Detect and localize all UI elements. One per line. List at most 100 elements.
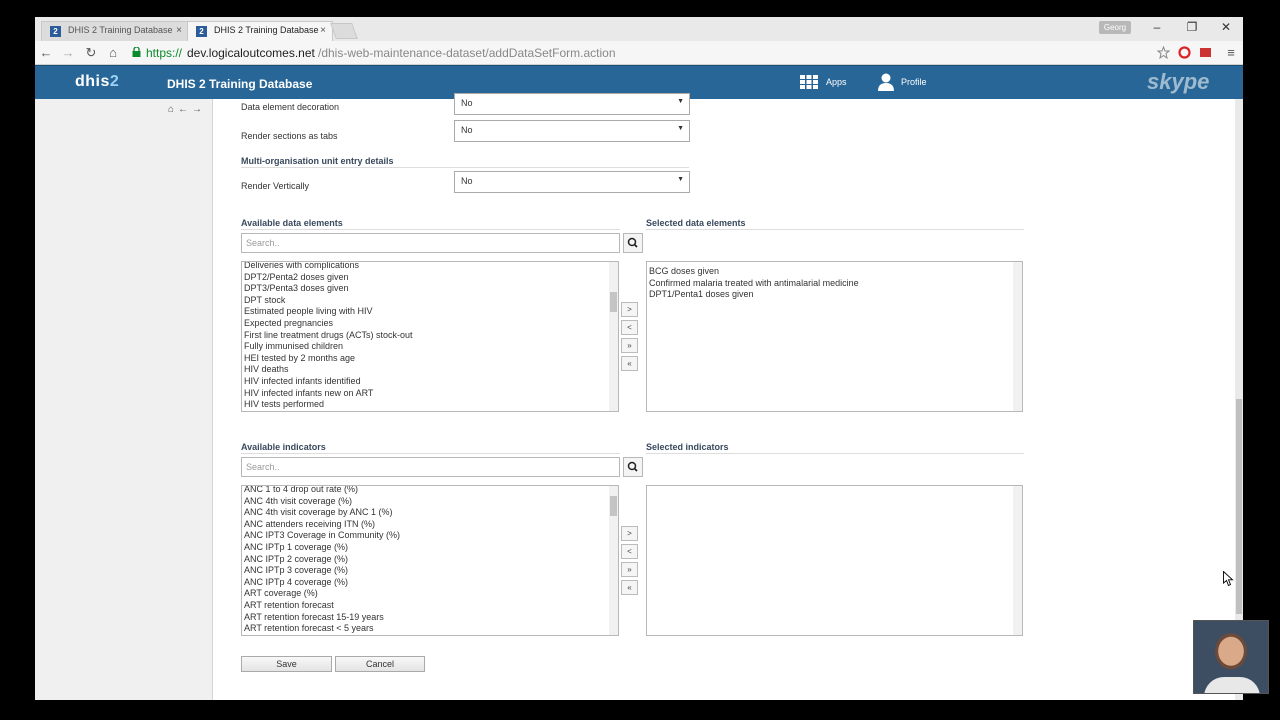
- list-item[interactable]: ANC IPTp 1 coverage (%): [242, 542, 618, 554]
- list-item[interactable]: ANC IPT3 Coverage in Community (%): [242, 530, 618, 542]
- list-item[interactable]: DPT3/Penta3 doses given: [242, 283, 618, 295]
- indicators-search-button[interactable]: [623, 457, 643, 477]
- back-nav-icon[interactable]: ←: [178, 104, 192, 115]
- decoration-select[interactable]: No ▼: [454, 93, 690, 115]
- page-scrollbar[interactable]: [1235, 99, 1243, 700]
- extension-icon[interactable]: [1199, 46, 1212, 59]
- list-item[interactable]: HIV tests performed: [242, 399, 618, 411]
- profile-chip[interactable]: Georg: [1099, 21, 1131, 34]
- restore-icon[interactable]: ❐: [1182, 20, 1202, 34]
- list-item[interactable]: ANC IPTp 2 coverage (%): [242, 554, 618, 566]
- sections-tabs-select[interactable]: No ▼: [454, 120, 690, 142]
- sections-tabs-label: Render sections as tabs: [241, 131, 338, 141]
- dhis2-logo[interactable]: dhis2: [75, 73, 119, 91]
- list-item[interactable]: ANC attenders receiving ITN (%): [242, 519, 618, 531]
- home-icon[interactable]: ⌂: [105, 45, 121, 60]
- list-item[interactable]: ANC IPTp 3 coverage (%): [242, 565, 618, 577]
- webcam-person: [1204, 677, 1260, 693]
- list-scrollbar[interactable]: [609, 262, 618, 411]
- bookmark-star-icon[interactable]: [1157, 46, 1170, 59]
- cancel-button[interactable]: Cancel: [335, 656, 425, 672]
- list-scrollbar[interactable]: [1013, 262, 1022, 411]
- profile-button[interactable]: Profile: [878, 73, 927, 93]
- move-selected-right-button[interactable]: >: [621, 302, 638, 317]
- list-item[interactable]: ANC 4th visit coverage (%): [242, 496, 618, 508]
- page-scrollbar-thumb[interactable]: [1236, 399, 1242, 614]
- list-item[interactable]: DPT1/Penta1 doses given: [647, 289, 1022, 301]
- tab-dhis2-active[interactable]: 2 DHIS 2 Training Database ×: [187, 21, 333, 41]
- skype-watermark: skype: [1147, 69, 1210, 94]
- dhis2-favicon-icon: 2: [50, 26, 61, 37]
- list-item[interactable]: HEI tested by 2 months age: [242, 353, 618, 365]
- search-icon: [627, 461, 638, 472]
- new-tab-button[interactable]: [330, 23, 358, 39]
- sections-tabs-value: No: [461, 125, 473, 135]
- list-item[interactable]: First line treatment drugs (ACTs) stock-…: [242, 330, 618, 342]
- list-item[interactable]: ART coverage (%): [242, 588, 618, 600]
- move-all-left-button[interactable]: «: [621, 356, 638, 371]
- data-elements-search-input[interactable]: Search..: [241, 233, 620, 253]
- tab-label: DHIS 2 Training Database: [68, 25, 173, 35]
- list-item[interactable]: BCG doses given: [647, 266, 1022, 278]
- reload-icon[interactable]: ↻: [83, 45, 99, 61]
- minimize-icon[interactable]: –: [1147, 20, 1167, 34]
- apps-grid-icon: [800, 75, 818, 89]
- close-tab-icon[interactable]: ×: [176, 25, 182, 36]
- selected-data-elements-list[interactable]: BCG doses given Confirmed malaria treated…: [646, 261, 1023, 412]
- list-item[interactable]: ART retention forecast 15-19 years: [242, 612, 618, 624]
- list-item[interactable]: Estimated people living with HIV: [242, 306, 618, 318]
- list-item[interactable]: ART retention forecast: [242, 600, 618, 612]
- forward-icon[interactable]: →: [60, 45, 76, 60]
- move-selected-right-button[interactable]: >: [621, 526, 638, 541]
- indicators-search-input[interactable]: Search..: [241, 457, 620, 477]
- webcam-overlay: [1193, 620, 1269, 694]
- divider: [646, 229, 1024, 230]
- data-elements-search-button[interactable]: [623, 233, 643, 253]
- scrollbar-thumb[interactable]: [610, 496, 617, 516]
- address-bar[interactable]: https:// dev.logicaloutcomes.net /dhis-w…: [132, 44, 1142, 62]
- list-item[interactable]: ANC 4th visit coverage by ANC 1 (%): [242, 507, 618, 519]
- app-title: DHIS 2 Training Database: [167, 77, 313, 91]
- scrollbar-thumb[interactable]: [610, 292, 617, 312]
- list-item[interactable]: Fully immunised children: [242, 341, 618, 353]
- browser-window: 2 DHIS 2 Training Database × 2 DHIS 2 Tr…: [35, 17, 1243, 700]
- menu-icon[interactable]: ≡: [1223, 45, 1239, 60]
- list-scrollbar[interactable]: [1013, 486, 1022, 635]
- close-window-icon[interactable]: ✕: [1216, 20, 1236, 34]
- list-scrollbar[interactable]: [609, 486, 618, 635]
- opera-extension-icon[interactable]: [1178, 46, 1191, 59]
- list-item[interactable]: DPT2/Penta2 doses given: [242, 272, 618, 284]
- list-item[interactable]: HIV deaths: [242, 364, 618, 376]
- move-selected-left-button[interactable]: <: [621, 320, 638, 335]
- list-item[interactable]: DPT stock: [242, 295, 618, 307]
- list-item[interactable]: Deliveries with complications: [242, 262, 618, 272]
- logo-number: 2: [109, 73, 120, 90]
- available-indicators-list[interactable]: ANC 1 to 4 drop out rate (%) ANC 4th visi…: [241, 485, 619, 636]
- list-item[interactable]: ART retention forecast < 5 years: [242, 623, 618, 635]
- save-button[interactable]: Save: [241, 656, 332, 672]
- dhis2-favicon-icon: 2: [196, 26, 207, 37]
- tab-dhis2-inactive[interactable]: 2 DHIS 2 Training Database ×: [41, 21, 189, 41]
- home-nav-icon[interactable]: ⌂: [168, 104, 178, 115]
- list-item[interactable]: ANC IPTp 4 coverage (%): [242, 577, 618, 589]
- list-item[interactable]: ANC 1 to 4 drop out rate (%): [242, 486, 618, 496]
- render-vertically-select[interactable]: No ▼: [454, 171, 690, 193]
- available-data-elements-list[interactable]: Deliveries with complications DPT2/Penta2…: [241, 261, 619, 412]
- list-item[interactable]: Confirmed malaria treated with antimalar…: [647, 278, 1022, 290]
- move-all-right-button[interactable]: »: [621, 562, 638, 577]
- move-all-right-button[interactable]: »: [621, 338, 638, 353]
- browser-toolbar: ← → ↻ ⌂ https:// dev.logicaloutcomes.net…: [35, 41, 1243, 65]
- back-icon[interactable]: ←: [38, 45, 54, 60]
- chevron-down-icon: ▼: [677, 98, 684, 105]
- list-item[interactable]: Expected pregnancies: [242, 318, 618, 330]
- list-item[interactable]: HIV infected infants identified: [242, 376, 618, 388]
- close-tab-icon[interactable]: ×: [320, 25, 326, 36]
- list-item[interactable]: HIV infected infants new on ART: [242, 388, 618, 400]
- move-all-left-button[interactable]: «: [621, 580, 638, 595]
- forward-nav-icon[interactable]: →: [192, 104, 206, 115]
- selected-indicators-list[interactable]: [646, 485, 1023, 636]
- move-selected-left-button[interactable]: <: [621, 544, 638, 559]
- divider: [241, 167, 689, 168]
- render-vertically-label: Render Vertically: [241, 181, 310, 191]
- main-content: Data element decoration No ▼ Render secti…: [213, 93, 1235, 700]
